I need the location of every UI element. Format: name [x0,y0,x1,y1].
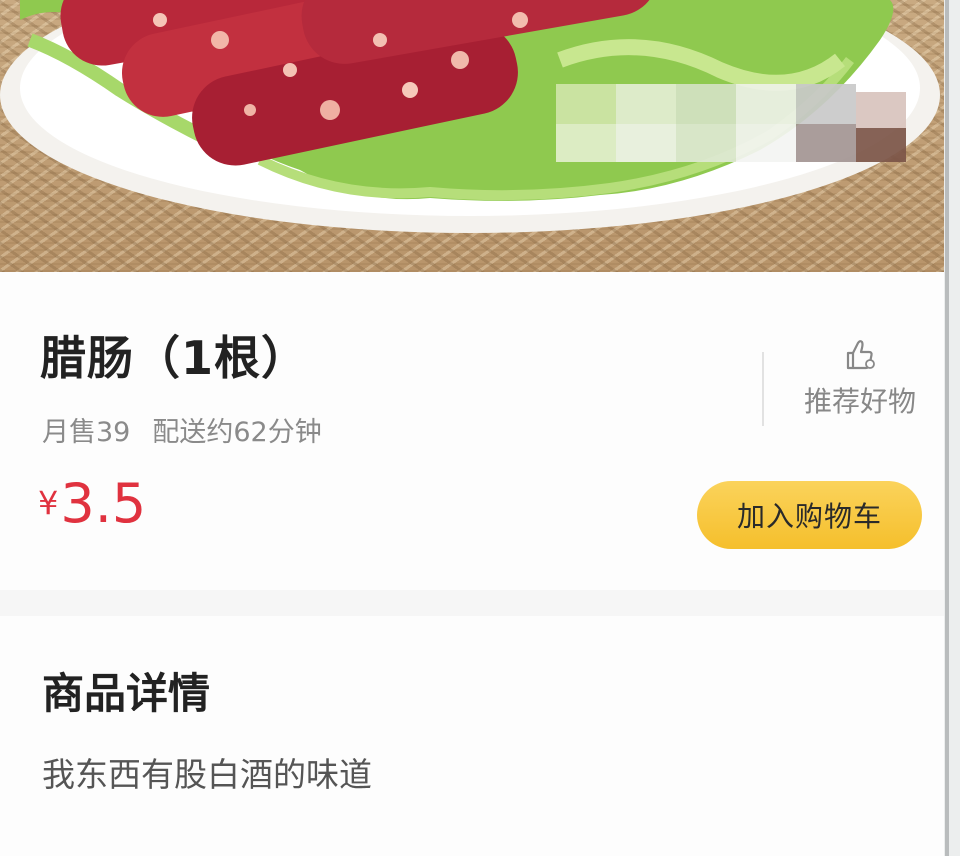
delivery-time: 配送约62分钟 [152,417,322,448]
product-price: ¥3.5 [38,472,146,535]
detail-description: 我东西有股白酒的味道 [42,755,372,794]
recommend-label: 推荐好物 [803,385,916,418]
detail-heading: 商品详情 [42,669,211,718]
sausage-plate-illustration [0,0,940,233]
thumbs-up-icon [846,340,875,370]
product-detail-card: 商品详情 我东西有股白酒的味道 [0,616,944,856]
monthly-sales: 月售39 [42,417,131,448]
product-image [0,0,960,272]
vertical-divider [762,352,764,426]
product-title: 腊肠（1根） [40,331,309,385]
product-meta: 月售39 配送约62分钟 [42,410,322,449]
currency-symbol: ¥ [38,484,59,522]
add-to-cart-button[interactable]: 加入购物车 [697,481,922,549]
price-value: 3.5 [60,472,147,535]
product-info-card: 腊肠（1根） 月售39 配送约62分钟 ¥3.5 推荐好物 加入购物车 [0,272,944,590]
scrollbar[interactable] [945,0,949,856]
product-detail-screen: 腊肠（1根） 月售39 配送约62分钟 ¥3.5 推荐好物 加入购物车 商品详情 … [0,0,960,856]
recommend-button[interactable]: 推荐好物 [790,338,930,428]
